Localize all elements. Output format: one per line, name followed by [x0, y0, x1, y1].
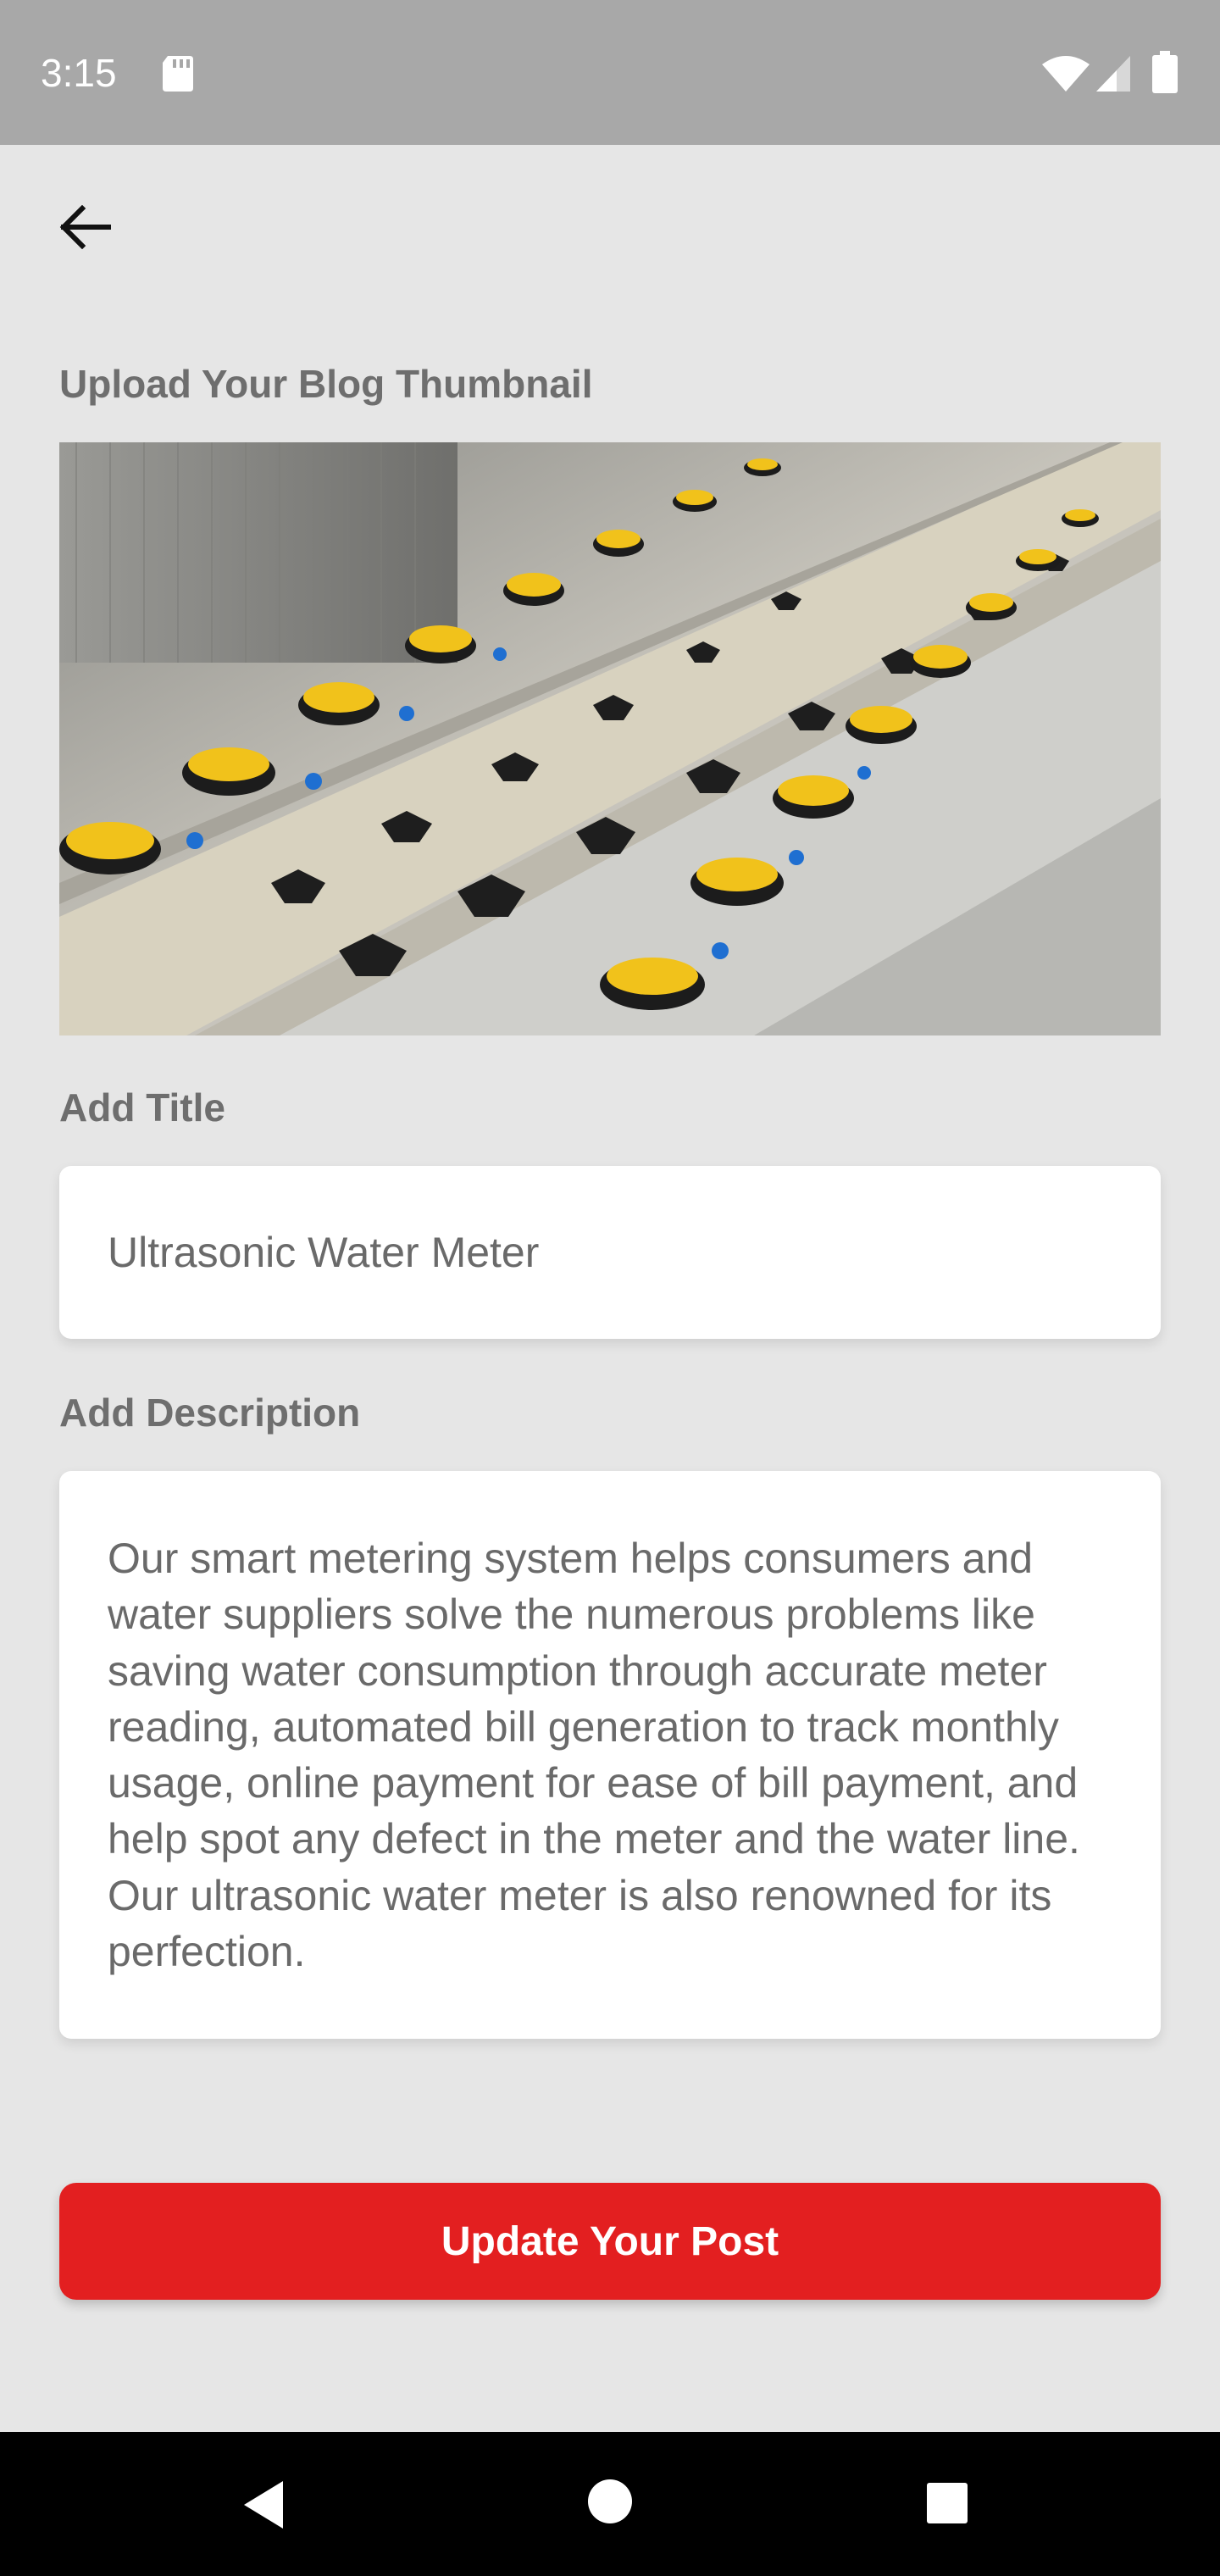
description-label: Add Description: [59, 1391, 361, 1435]
description-field[interactable]: Our smart metering system helps consumer…: [59, 1471, 1161, 2039]
sd-card-icon: [163, 56, 193, 92]
status-bar: 3:15: [0, 0, 1220, 145]
battery-icon: [1152, 51, 1178, 93]
signal-icon: [1096, 56, 1130, 92]
update-post-label: Update Your Post: [441, 2218, 779, 2264]
back-triangle-icon[interactable]: [237, 2476, 295, 2534]
thumbnail-label: Upload Your Blog Thumbnail: [59, 362, 593, 406]
update-post-button[interactable]: Update Your Post: [59, 2183, 1161, 2300]
back-button[interactable]: [51, 193, 119, 261]
status-time: 3:15: [41, 51, 117, 95]
title-input-value[interactable]: Ultrasonic Water Meter: [108, 1225, 539, 1280]
thumbnail-image: [59, 442, 1161, 1035]
description-input-value[interactable]: Our smart metering system helps consumer…: [108, 1530, 1124, 1979]
title-label: Add Title: [59, 1085, 225, 1130]
title-field[interactable]: Ultrasonic Water Meter: [59, 1166, 1161, 1339]
wifi-icon: [1042, 56, 1090, 92]
blog-thumbnail[interactable]: [59, 442, 1161, 1035]
arrow-left-icon: [59, 205, 111, 249]
recents-square-icon[interactable]: [923, 2479, 971, 2527]
home-circle-icon[interactable]: [585, 2476, 635, 2527]
